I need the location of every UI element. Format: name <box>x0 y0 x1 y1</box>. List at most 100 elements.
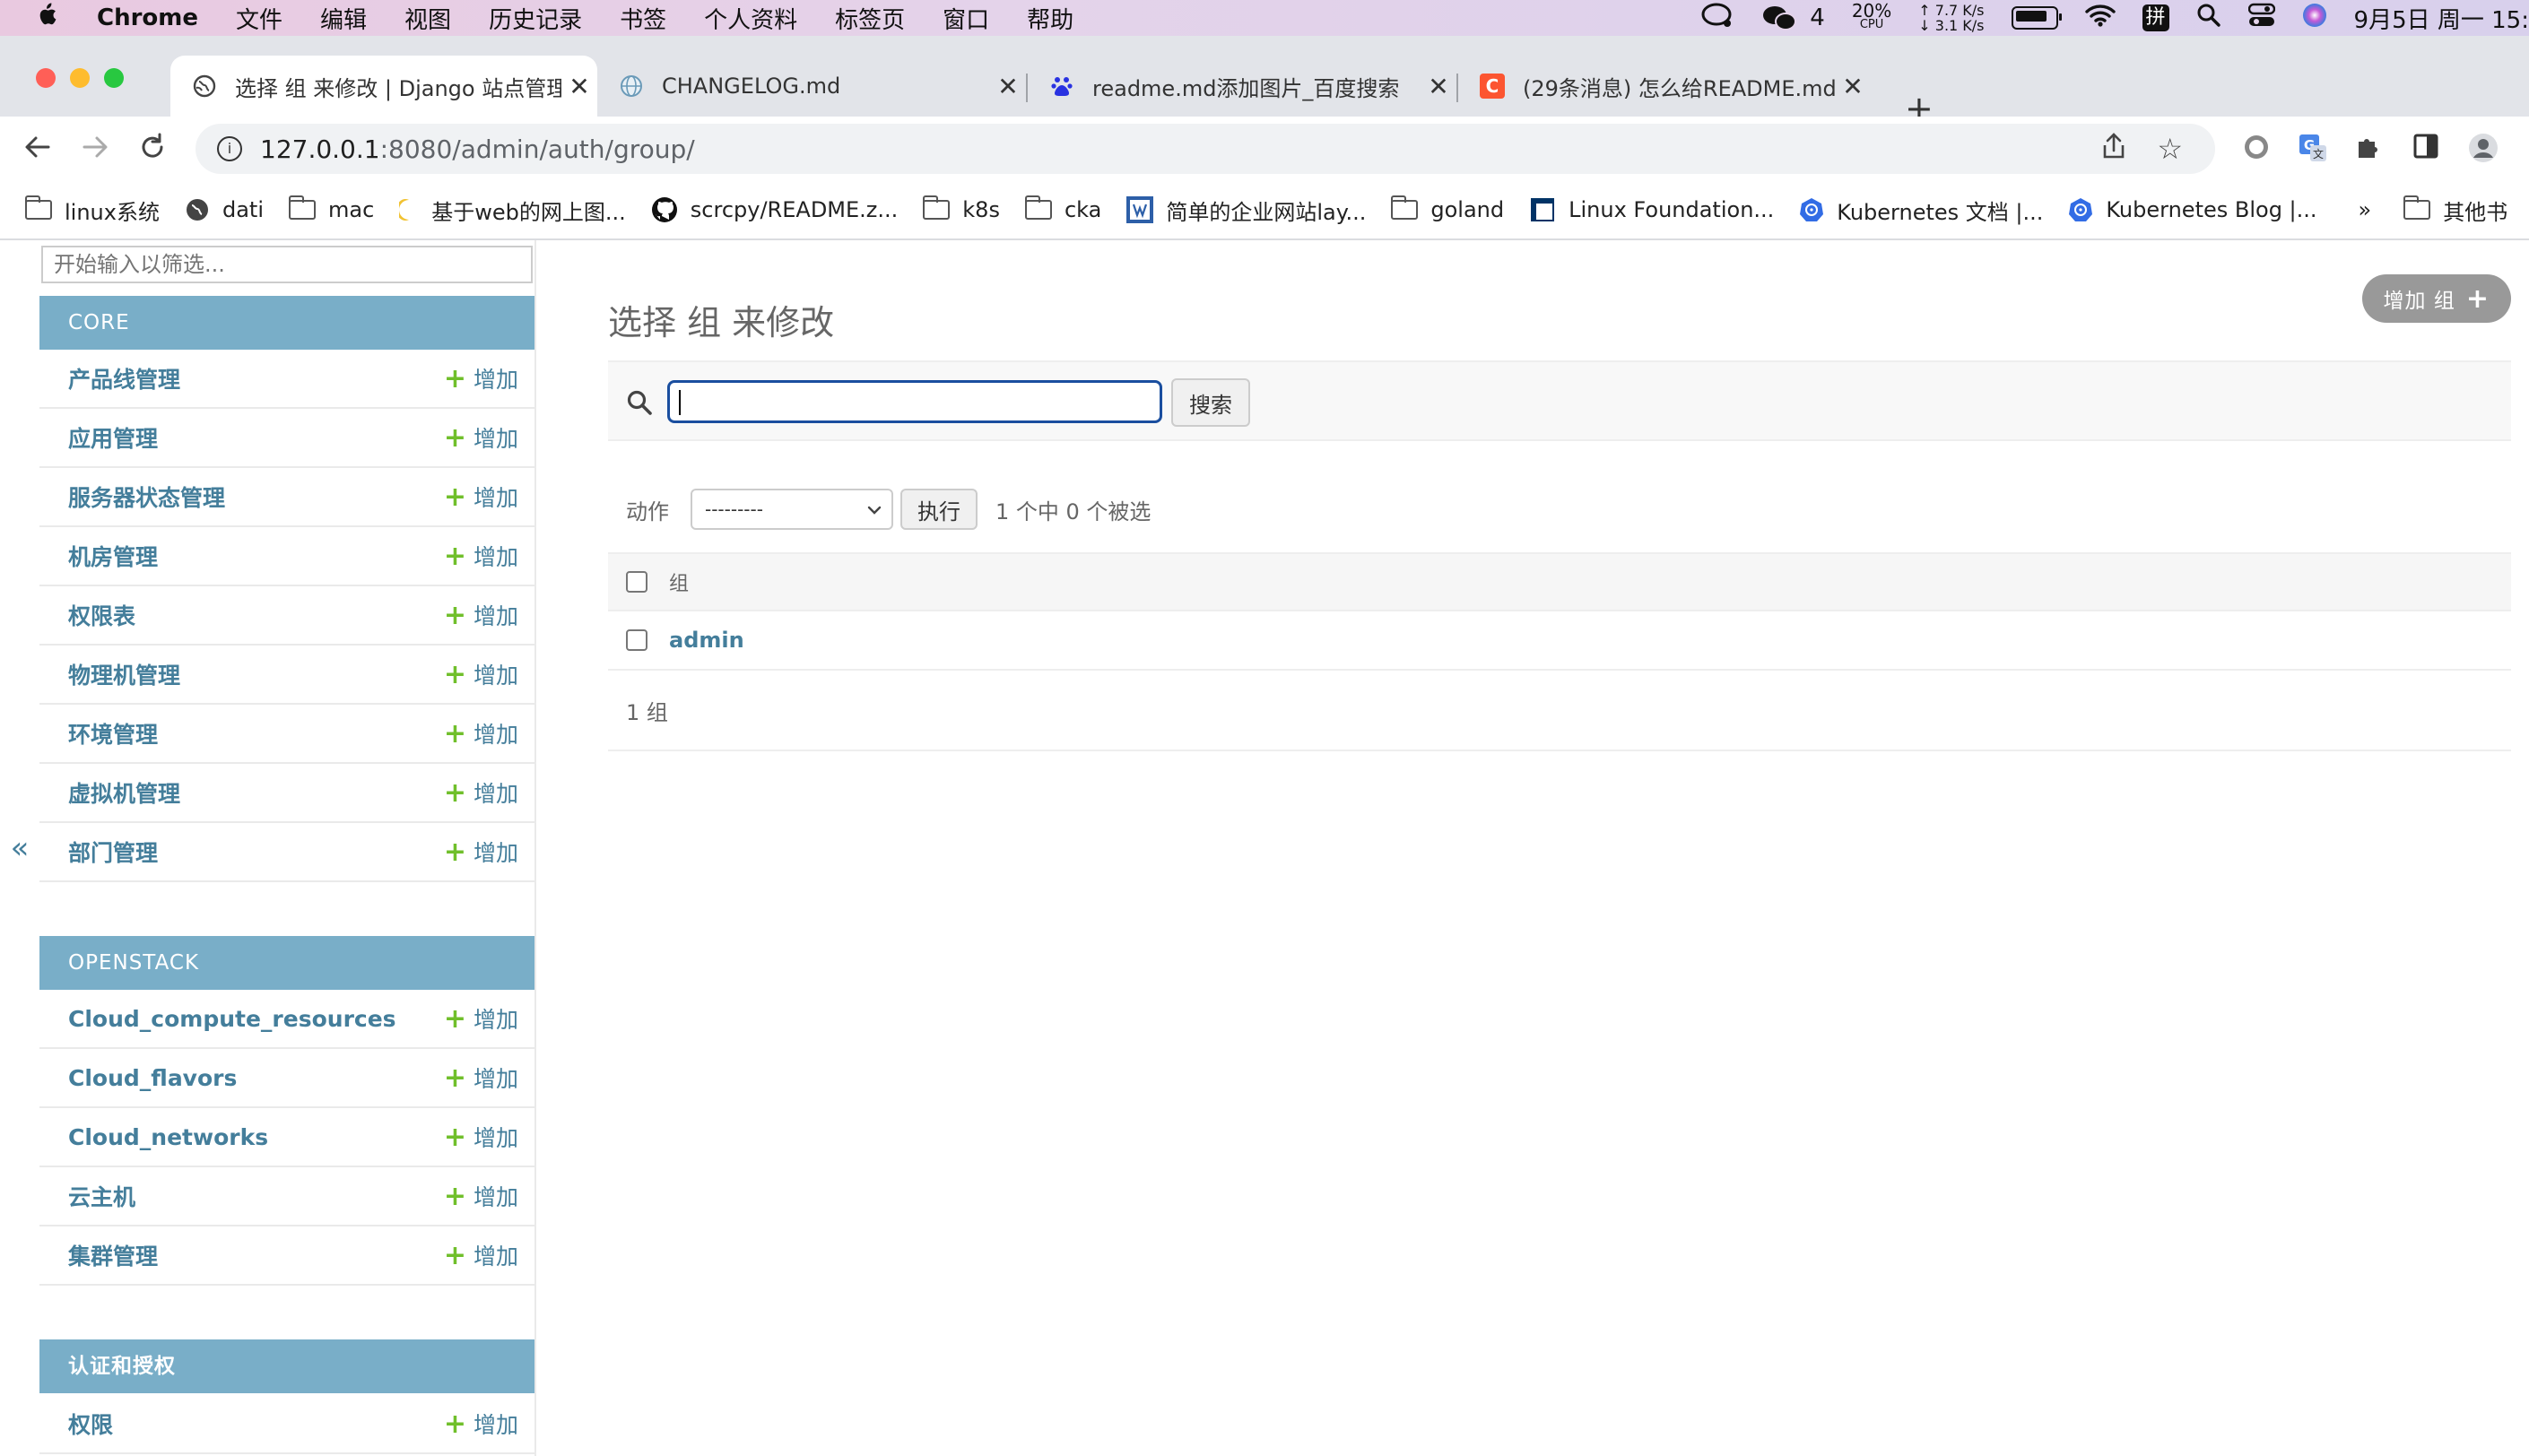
add-model-link[interactable]: + 增加 <box>444 836 534 868</box>
model-link[interactable]: 机房管理 <box>39 540 444 572</box>
close-tab-icon[interactable]: ✕ <box>1835 72 1871 101</box>
bookmarks-overflow-chevron-icon[interactable]: » <box>2359 197 2372 222</box>
site-info-icon[interactable]: i <box>217 136 242 161</box>
menu-tabs[interactable]: 标签页 <box>835 2 905 35</box>
module-caption-core[interactable]: CORE <box>39 296 534 350</box>
bookmark-star-icon[interactable]: ☆ <box>2157 132 2183 166</box>
add-model-link[interactable]: + 增加 <box>444 776 534 809</box>
address-bar[interactable]: i 127.0.0.1:8080/admin/auth/group/ ☆ <box>196 124 2215 174</box>
control-center-icon[interactable] <box>2247 3 2275 34</box>
close-tab-icon[interactable]: ✕ <box>561 72 597 101</box>
group-link-admin[interactable]: admin <box>669 628 744 653</box>
model-link[interactable]: 权限 <box>39 1408 444 1440</box>
add-model-link[interactable]: + 增加 <box>444 481 534 513</box>
row-checkbox[interactable] <box>626 629 647 651</box>
model-link[interactable]: 权限表 <box>39 599 444 631</box>
menu-bookmarks[interactable]: 书签 <box>620 2 666 35</box>
translate-extension-icon[interactable]: G文 <box>2298 133 2328 169</box>
bookmark-goland[interactable]: goland <box>1391 195 1504 222</box>
maximize-window-button[interactable] <box>104 68 124 88</box>
select-all-checkbox[interactable] <box>626 571 647 593</box>
model-link[interactable]: Cloud_networks <box>39 1124 444 1150</box>
chat-bubble-icon[interactable] <box>1700 2 1734 35</box>
add-model-link[interactable]: + 增加 <box>444 1408 534 1440</box>
bookmark-k8s[interactable]: k8s <box>923 195 1000 222</box>
close-tab-icon[interactable]: ✕ <box>990 72 1026 101</box>
share-icon[interactable] <box>2102 132 2125 166</box>
menu-view[interactable]: 视图 <box>404 2 451 35</box>
tab-baidu-search[interactable]: readme.md添加图片_百度搜索 ✕ <box>1028 56 1456 117</box>
bookmark-linux-foundation[interactable]: Linux Foundation... <box>1529 196 1774 223</box>
model-link[interactable]: Cloud_compute_resources <box>39 1006 444 1032</box>
add-model-link[interactable]: + 增加 <box>444 1062 534 1094</box>
add-model-link[interactable]: + 增加 <box>444 1121 534 1153</box>
model-link[interactable]: 产品线管理 <box>39 362 444 394</box>
bookmark-mac[interactable]: mac <box>289 195 374 222</box>
model-link[interactable]: 部门管理 <box>39 836 444 868</box>
forward-arrow-icon[interactable] <box>81 133 109 167</box>
bookmark-scrcpy[interactable]: scrcpy/README.z... <box>651 196 898 223</box>
add-model-link[interactable]: + 增加 <box>444 362 534 394</box>
bookmark-enterprise-site[interactable]: 简单的企业网站lay... <box>1126 195 1366 226</box>
menu-edit[interactable]: 编辑 <box>320 2 367 35</box>
wifi-icon[interactable] <box>2084 4 2116 33</box>
menu-file[interactable]: 文件 <box>236 2 282 35</box>
wechat-icon[interactable]: 4 <box>1761 4 1825 31</box>
menu-history[interactable]: 历史记录 <box>489 2 582 35</box>
model-link[interactable]: 虚拟机管理 <box>39 776 444 809</box>
search-input[interactable] <box>667 380 1162 423</box>
bookmark-web-image[interactable]: 基于web的网上图... <box>399 195 626 226</box>
side-panel-icon[interactable] <box>2412 133 2439 165</box>
model-link[interactable]: 物理机管理 <box>39 658 444 690</box>
siri-icon[interactable] <box>2302 3 2327 34</box>
menu-window[interactable]: 窗口 <box>943 2 989 35</box>
search-button[interactable]: 搜索 <box>1171 378 1250 427</box>
minimize-window-button[interactable] <box>70 68 90 88</box>
model-link[interactable]: 应用管理 <box>39 421 444 454</box>
tab-csdn[interactable]: C (29条消息) 怎么给README.md添 ✕ <box>1458 56 1871 117</box>
column-header-group[interactable]: 组 <box>669 568 689 596</box>
add-model-link[interactable]: + 增加 <box>444 1002 534 1035</box>
menubar-clock[interactable]: 9月5日 周一 15: <box>2354 2 2529 35</box>
model-link[interactable]: 环境管理 <box>39 717 444 750</box>
menu-profile[interactable]: 个人资料 <box>704 2 797 35</box>
add-group-button[interactable]: 增加 组 + <box>2361 274 2511 323</box>
execute-action-button[interactable]: 执行 <box>900 489 978 530</box>
add-model-link[interactable]: + 增加 <box>444 1239 534 1271</box>
spotlight-search-icon[interactable] <box>2196 3 2221 34</box>
model-link[interactable]: 云主机 <box>39 1180 444 1212</box>
input-method-icon[interactable]: 拼 <box>2142 4 2169 31</box>
profile-avatar-icon[interactable] <box>2468 133 2499 169</box>
add-model-link[interactable]: + 增加 <box>444 540 534 572</box>
nav-filter-input[interactable] <box>41 246 533 283</box>
add-model-link[interactable]: + 增加 <box>444 421 534 454</box>
apple-logo-icon[interactable] <box>34 1 70 35</box>
add-model-link[interactable]: + 增加 <box>444 599 534 631</box>
extensions-puzzle-icon[interactable] <box>2355 133 2382 165</box>
module-caption-openstack[interactable]: OPENSTACK <box>39 936 534 990</box>
add-model-link[interactable]: + 增加 <box>444 658 534 690</box>
bookmark-cka[interactable]: cka <box>1024 195 1101 222</box>
tab-django-admin[interactable]: 选择 组 来修改 | Django 站点管理 ✕ <box>170 56 597 117</box>
bookmark-linux-system[interactable]: linux系统 <box>25 195 160 226</box>
menu-help[interactable]: 帮助 <box>1027 2 1073 35</box>
back-arrow-icon[interactable] <box>23 133 52 167</box>
battery-icon[interactable] <box>2011 6 2062 30</box>
tab-changelog[interactable]: CHANGELOG.md ✕ <box>597 56 1026 117</box>
reload-icon[interactable] <box>138 133 167 167</box>
bookmark-dati[interactable]: dati <box>185 197 264 222</box>
bookmark-kubernetes-docs[interactable]: Kubernetes 文档 |... <box>1799 195 2043 226</box>
toggle-sidebar-button[interactable]: « <box>0 240 39 1456</box>
module-caption-auth[interactable]: 认证和授权 <box>39 1339 534 1393</box>
model-link[interactable]: 服务器状态管理 <box>39 481 444 513</box>
bookmark-kubernetes-blog[interactable]: Kubernetes Blog |... <box>2068 197 2317 222</box>
close-tab-icon[interactable]: ✕ <box>1421 72 1456 101</box>
other-bookmarks[interactable]: 其他书 <box>2403 195 2507 226</box>
close-window-button[interactable] <box>36 68 56 88</box>
add-model-link[interactable]: + 增加 <box>444 717 534 750</box>
add-model-link[interactable]: + 增加 <box>444 1180 534 1212</box>
action-select[interactable]: --------- <box>691 489 893 530</box>
record-extension-icon[interactable] <box>2242 133 2271 167</box>
model-link[interactable]: 集群管理 <box>39 1239 444 1271</box>
menu-chrome[interactable]: Chrome <box>97 4 198 31</box>
